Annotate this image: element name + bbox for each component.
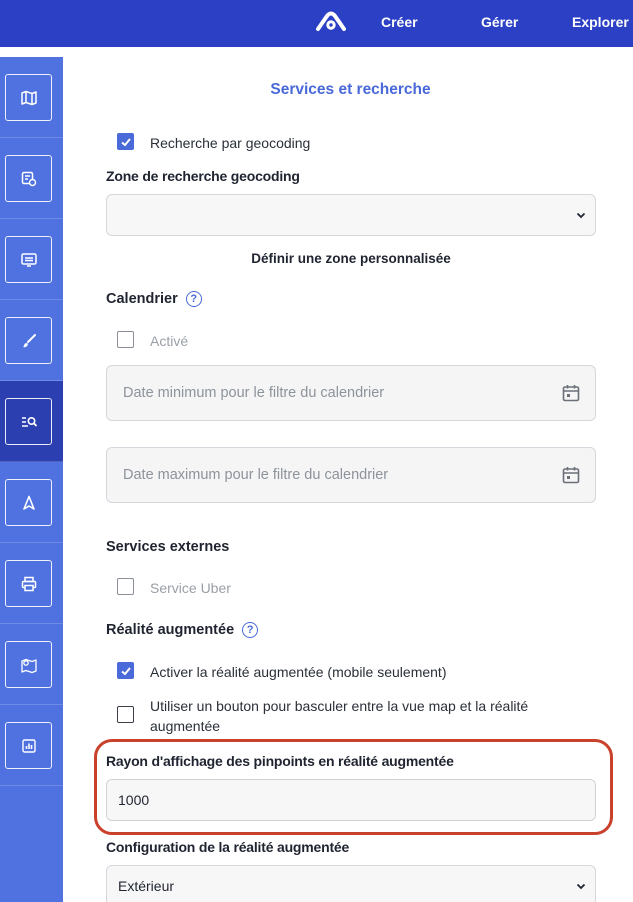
ar-config-select[interactable]: Extérieur — [106, 865, 596, 902]
calendar-max-date-field[interactable]: Date maximum pour le filtre du calendrie… — [106, 447, 596, 503]
sidebar-button-services-search[interactable] — [5, 398, 52, 445]
ar-toggle-button-checkbox[interactable] — [117, 706, 134, 723]
ar-radius-value: 1000 — [118, 792, 150, 808]
sidebar-button-statistics[interactable] — [5, 722, 52, 769]
top-navigation-bar: Créer Gérer Explorer — [0, 0, 633, 47]
location-map-icon — [20, 658, 37, 673]
external-services-title-text: Services externes — [106, 539, 230, 555]
navigation-icon — [22, 495, 35, 510]
sidebar-button-display[interactable] — [5, 236, 52, 283]
calendar-min-date-placeholder: Date minimum pour le filtre du calendrie… — [123, 385, 385, 401]
ar-enable-checkbox[interactable] — [117, 662, 134, 679]
calendar-active-label: Activé — [150, 333, 189, 349]
printer-icon — [21, 576, 36, 591]
brand-logo-icon[interactable] — [316, 10, 346, 32]
calendar-title: Calendrier ? — [106, 291, 202, 307]
sidebar-button-layers[interactable] — [5, 155, 52, 202]
sidebar-item-display[interactable] — [0, 219, 63, 300]
sidebar — [0, 57, 63, 902]
nav-create[interactable]: Créer — [381, 14, 418, 30]
ar-radius-input[interactable]: 1000 — [106, 779, 596, 821]
calendar-max-date-placeholder: Date maximum pour le filtre du calendrie… — [123, 467, 389, 483]
calendar-min-date-field[interactable]: Date minimum pour le filtre du calendrie… — [106, 365, 596, 421]
nav-manage[interactable]: Gérer — [481, 14, 518, 30]
ar-enable-row[interactable]: Activer la réalité augmentée (mobile seu… — [117, 662, 446, 682]
augmented-reality-title: Réalité augmentée ? — [106, 622, 259, 638]
calendar-icon[interactable] — [561, 465, 581, 485]
ar-toggle-button-row[interactable]: Utiliser un bouton pour basculer entre l… — [117, 696, 557, 736]
main-content: Services et recherche Recherche par geoc… — [63, 47, 633, 902]
sidebar-item-navigation[interactable] — [0, 462, 63, 543]
page-title: Services et recherche — [270, 81, 431, 98]
sidebar-button-map[interactable] — [5, 74, 52, 121]
sidebar-button-navigation[interactable] — [5, 479, 52, 526]
chevron-down-icon — [576, 212, 586, 219]
ar-toggle-button-label: Utiliser un bouton pour basculer entre l… — [150, 698, 529, 734]
calendar-title-text: Calendrier — [106, 291, 178, 307]
augmented-reality-title-text: Réalité augmentée — [106, 622, 235, 638]
uber-service-label: Service Uber — [150, 580, 231, 596]
calendar-active-row[interactable]: Activé — [117, 331, 188, 351]
sidebar-button-location[interactable] — [5, 641, 52, 688]
sidebar-item-style[interactable] — [0, 300, 63, 381]
check-icon — [120, 666, 131, 675]
geocoding-zone-label: Zone de recherche geocoding — [106, 168, 300, 184]
chevron-down-icon — [576, 883, 586, 890]
custom-zone-link[interactable]: Définir une zone personnalisée — [106, 251, 596, 266]
sidebar-item-layers[interactable] — [0, 138, 63, 219]
augmented-reality-help-icon[interactable]: ? — [242, 622, 259, 638]
geocoding-zone-select[interactable] — [106, 194, 596, 236]
geocoding-checkbox-label: Recherche par geocoding — [150, 135, 311, 151]
calendar-active-checkbox[interactable] — [117, 331, 134, 348]
map-icon — [20, 90, 37, 105]
screen-icon — [20, 252, 37, 267]
geocoding-checkbox-row[interactable]: Recherche par geocoding — [117, 133, 310, 153]
brush-icon — [22, 333, 36, 347]
layers-icon — [21, 171, 36, 186]
sidebar-item-services-search[interactable] — [0, 381, 63, 462]
sidebar-item-map[interactable] — [0, 57, 63, 138]
uber-service-row[interactable]: Service Uber — [117, 578, 231, 598]
bar-chart-icon — [21, 738, 36, 753]
uber-service-checkbox[interactable] — [117, 578, 134, 595]
geocoding-checkbox[interactable] — [117, 133, 134, 150]
external-services-title: Services externes — [106, 539, 229, 555]
ar-config-label: Configuration de la réalité augmentée — [106, 839, 350, 855]
ar-enable-label: Activer la réalité augmentée (mobile seu… — [150, 664, 447, 680]
sidebar-item-location[interactable] — [0, 624, 63, 705]
search-list-icon — [21, 416, 37, 427]
calendar-help-icon[interactable]: ? — [185, 291, 202, 307]
calendar-icon[interactable] — [561, 383, 581, 403]
sidebar-button-print[interactable] — [5, 560, 52, 607]
check-icon — [120, 137, 131, 146]
ar-config-value: Extérieur — [118, 878, 175, 894]
nav-explore[interactable]: Explorer — [572, 14, 629, 30]
sidebar-button-style[interactable] — [5, 317, 52, 364]
ar-radius-label: Rayon d'affichage des pinpoints en réali… — [106, 753, 454, 769]
sidebar-item-statistics[interactable] — [0, 705, 63, 786]
sidebar-item-print[interactable] — [0, 543, 63, 624]
